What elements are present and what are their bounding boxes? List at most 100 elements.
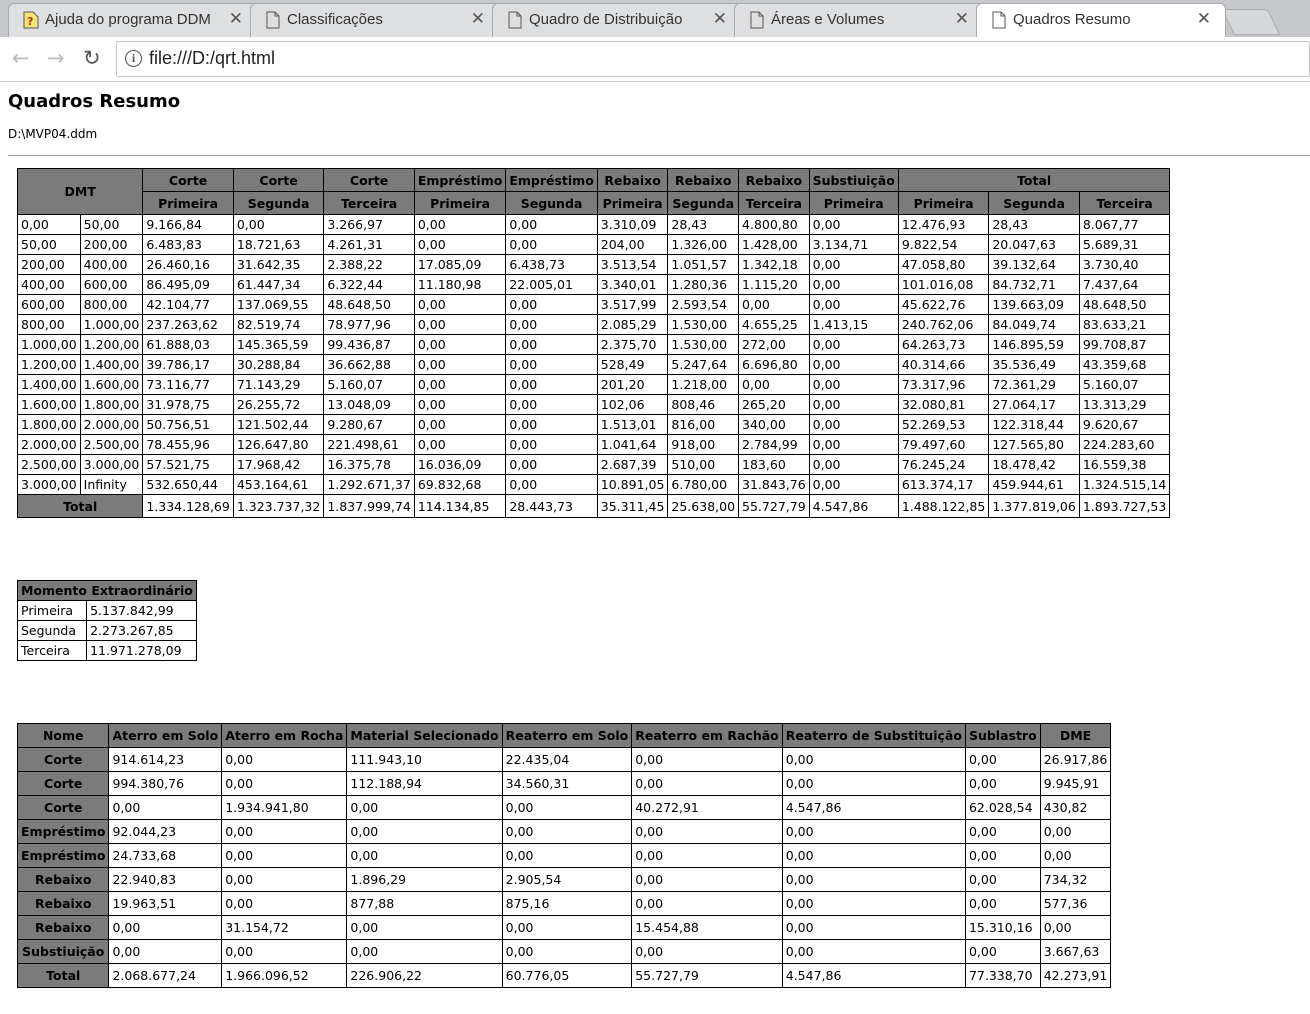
tab-ajuda[interactable]: ? Ajuda do programa DDM ✕	[8, 3, 258, 37]
table-cell: 0,00	[505, 394, 598, 415]
row-header: Total	[16, 963, 110, 988]
table-cell: 0,00	[964, 867, 1041, 892]
table-cell: 4.261,31	[323, 234, 415, 255]
table-cell: 400,00	[17, 274, 81, 295]
tab-areas-volumes[interactable]: Áreas e Volumes ✕	[734, 3, 984, 37]
total-cell: 1.334.128,69	[142, 494, 234, 518]
table-cell: 0,00	[108, 939, 223, 964]
table-cell: 0,00	[781, 867, 966, 892]
table-row: 2.000,00 2.500,00 78.455,96 126.647,80 221.4…	[17, 434, 1171, 455]
table-cell: 99.708,87	[1078, 334, 1171, 355]
total-label: Total	[16, 494, 144, 518]
close-icon[interactable]: ✕	[471, 9, 485, 29]
table-cell: 0,00	[221, 891, 348, 916]
table-cell: 42.104,77	[142, 294, 234, 315]
table-cell: 5.160,07	[323, 374, 415, 395]
table-cell: 0,00	[413, 374, 507, 395]
table-cell: 18.721,63	[232, 234, 325, 255]
table-row: Rebaixo 19.963,51 0,00 877,88 875,16 0,00 0,00…	[16, 891, 1112, 916]
table-cell: 19.963,51	[108, 891, 223, 916]
table-cell: 1.200,00	[79, 334, 144, 355]
info-icon[interactable]: i	[125, 50, 142, 67]
close-icon[interactable]: ✕	[713, 9, 727, 29]
reload-icon[interactable]: ↻	[83, 46, 101, 70]
table-cell: 3.730,40	[1078, 254, 1171, 275]
table-cell: 0,00	[221, 819, 348, 844]
total-cell: 114.134,85	[413, 494, 507, 518]
close-icon[interactable]: ✕	[955, 9, 969, 29]
materials-header-row: Nome Aterro em Solo Aterro em Rocha Materia…	[16, 723, 1112, 748]
row-header: Corte	[16, 795, 110, 820]
column-header: DME	[1039, 723, 1112, 748]
close-icon[interactable]: ✕	[229, 9, 243, 29]
tab-quadro-distribuicao[interactable]: Quadro de Distribuição ✕	[492, 3, 742, 37]
table-cell: 1.600,00	[17, 394, 81, 415]
table-cell: 4.655,25	[738, 314, 810, 335]
table-cell: 600,00	[17, 294, 81, 315]
table-cell: 1.342,18	[738, 254, 810, 275]
table-row: 200,00 400,00 26.460,16 31.642,35 2.388,22 17…	[17, 254, 1171, 275]
table-cell: 0,00	[501, 843, 633, 868]
table-cell: 78.977,96	[323, 314, 415, 335]
total-cell: 1.323.737,32	[232, 494, 325, 518]
table-cell: 9.945,91	[1039, 771, 1112, 796]
total-cell: 28.443,73	[505, 494, 598, 518]
table-cell: 48.648,50	[1078, 294, 1171, 315]
column-sub-header: Primeira	[596, 191, 669, 215]
table-cell: 0,00	[964, 939, 1041, 964]
table-cell: 31.843,76	[738, 474, 810, 495]
table-cell: 2.784,99	[738, 434, 810, 455]
table-cell: 61.447,34	[232, 274, 325, 295]
forward-arrow-icon[interactable]: →	[47, 46, 65, 70]
column-sub-header: Primeira	[413, 191, 507, 215]
table-cell: 1.400,00	[79, 354, 144, 375]
new-tab-button[interactable]	[1221, 9, 1281, 35]
table-cell: 2.000,00	[17, 434, 81, 455]
table-cell: 28,43	[667, 214, 740, 235]
table-cell: 816,00	[667, 414, 740, 435]
column-group-header: Total	[897, 168, 1171, 192]
table-cell: 0,00	[501, 915, 633, 940]
table-cell: 0,00	[1039, 915, 1112, 940]
table-cell: 2.273.267,85	[86, 620, 197, 641]
table-row: Substiuição 0,00 0,00 0,00 0,00 0,00 0,00 0,00 3…	[16, 939, 1112, 964]
table-cell: 1.218,00	[667, 374, 740, 395]
column-sub-header: Segunda	[232, 191, 325, 215]
momento-table: Momento Extraordinário Primeira 5.137.842…	[16, 580, 197, 661]
table-cell: 39.132,64	[988, 254, 1080, 275]
table-cell: 3.134,71	[808, 234, 899, 255]
table-cell: 0,00	[505, 434, 598, 455]
column-sub-header: Segunda	[667, 191, 740, 215]
back-arrow-icon[interactable]: ←	[12, 46, 30, 70]
table-cell: 4.547,86	[781, 963, 966, 988]
close-icon[interactable]: ✕	[1197, 9, 1211, 29]
table-row: 1.200,00 1.400,00 39.786,17 30.288,84 36.662…	[17, 354, 1171, 375]
table-cell: 453.164,61	[232, 474, 325, 495]
table-cell: 26.917,86	[1039, 747, 1112, 772]
tab-classificacoes[interactable]: Classificações ✕	[250, 3, 500, 37]
table-cell: 15.454,88	[631, 915, 783, 940]
tab-strip: ? Ajuda do programa DDM ✕ Classificações…	[0, 0, 1310, 37]
address-url[interactable]: file:///D:/qrt.html	[149, 48, 275, 69]
table-cell: 52.269,53	[897, 414, 990, 435]
table-cell: 528,49	[596, 354, 669, 375]
table-cell: 201,20	[596, 374, 669, 395]
table-cell: 61.888,03	[142, 334, 234, 355]
table-cell: 0,00	[505, 314, 598, 335]
table-cell: 126.647,80	[232, 434, 325, 455]
address-bar[interactable]: i file:///D:/qrt.html	[116, 41, 1310, 77]
tab-quadros-resumo[interactable]: Quadros Resumo ✕	[976, 3, 1226, 37]
table-cell: 0,00	[505, 214, 598, 235]
column-header: Aterro em Solo	[108, 723, 223, 748]
file-path: D:\MVP04.ddm	[8, 127, 98, 141]
table-cell: 0,00	[505, 294, 598, 315]
table-cell: 0,00	[505, 354, 598, 375]
table-cell: 0,00	[346, 795, 503, 820]
table-cell: 31.978,75	[142, 394, 234, 415]
table-cell: 1.800,00	[17, 414, 81, 435]
help-document-icon: ?	[23, 11, 39, 29]
table-cell: 16.036,09	[413, 454, 507, 475]
row-label: Terceira	[16, 640, 88, 661]
table-cell: 0,00	[738, 294, 810, 315]
table-cell: 0,00	[505, 414, 598, 435]
